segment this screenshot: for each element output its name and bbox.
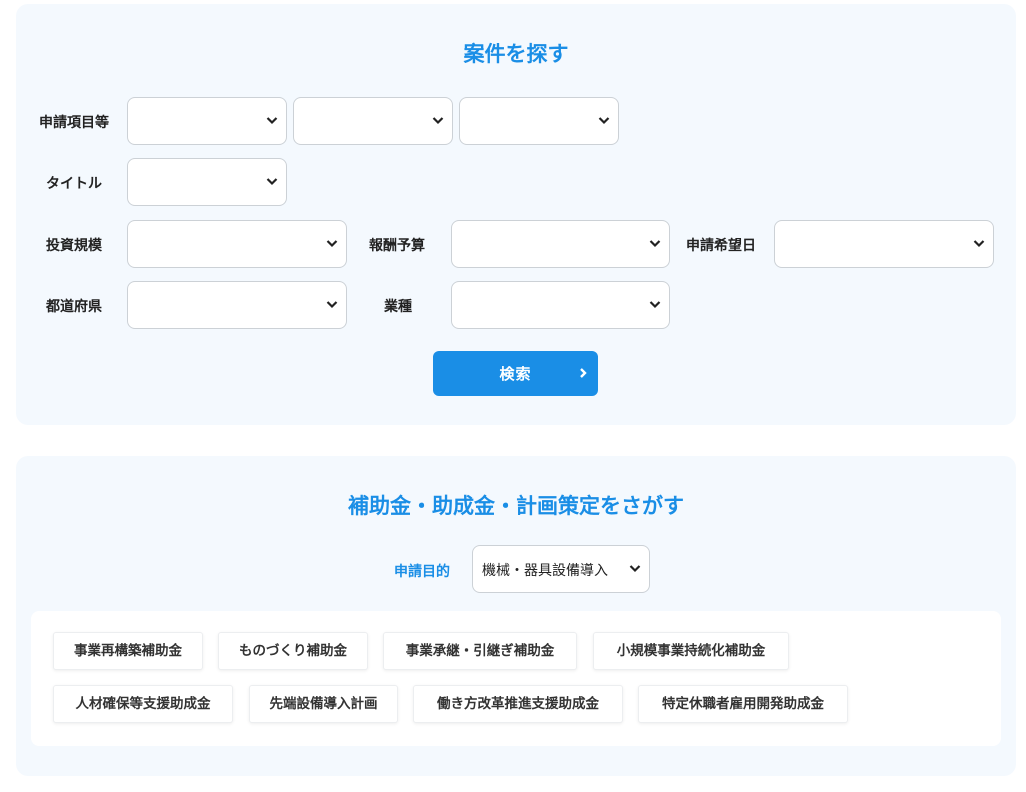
- chevron-down-icon: [649, 240, 661, 248]
- chevron-down-icon: [629, 565, 641, 573]
- search-panel-title: 案件を探す: [463, 42, 569, 66]
- chevron-down-icon: [326, 240, 338, 248]
- subsidy-tag[interactable]: 先端設備導入計画: [249, 685, 398, 723]
- subsidy-tag[interactable]: 働き方改革推進支援助成金: [413, 685, 623, 723]
- industry-label: 業種: [384, 299, 412, 315]
- application-items-label: 申請項目等: [39, 115, 109, 131]
- chevron-down-icon: [649, 301, 661, 309]
- purpose-label: 申請目的: [394, 564, 450, 580]
- title-label: タイトル: [46, 176, 102, 192]
- chevron-down-icon: [432, 117, 444, 125]
- purpose-select[interactable]: 機械・器具設備導入: [472, 545, 650, 593]
- search-panel: 案件を探す 申請項目等 タイトル 投資規模 報酬予算 申請希望日 都道府県 業種: [16, 4, 1016, 425]
- prefecture-select[interactable]: [127, 281, 347, 329]
- subsidy-tag[interactable]: 特定休職者雇用開発助成金: [638, 685, 848, 723]
- search-button[interactable]: 検索: [433, 351, 598, 396]
- investment-scale-select[interactable]: [127, 220, 347, 268]
- application-item-select-1[interactable]: [127, 97, 287, 145]
- purpose-select-value: 機械・器具設備導入: [482, 563, 608, 579]
- chevron-down-icon: [266, 178, 278, 186]
- subsidy-tag[interactable]: 事業承継・引継ぎ補助金: [383, 632, 577, 670]
- subsidy-tag[interactable]: 小規模事業持続化補助金: [593, 632, 789, 670]
- reward-budget-label: 報酬予算: [369, 238, 425, 254]
- chevron-right-icon: [580, 368, 587, 378]
- subsidy-panel-title: 補助金・助成金・計画策定をさがす: [348, 494, 684, 518]
- reward-budget-select[interactable]: [451, 220, 670, 268]
- desired-date-label: 申請希望日: [686, 238, 756, 254]
- subsidy-tag[interactable]: ものづくり補助金: [218, 632, 368, 670]
- search-button-label: 検索: [499, 365, 532, 383]
- prefecture-label: 都道府県: [46, 299, 102, 315]
- application-item-select-2[interactable]: [293, 97, 453, 145]
- chevron-down-icon: [973, 240, 985, 248]
- title-select[interactable]: [127, 158, 287, 206]
- desired-date-select[interactable]: [774, 220, 994, 268]
- investment-scale-label: 投資規模: [46, 238, 102, 254]
- industry-select[interactable]: [451, 281, 670, 329]
- chevron-down-icon: [266, 117, 278, 125]
- subsidy-panel: 補助金・助成金・計画策定をさがす 申請目的 機械・器具設備導入 事業再構築補助金…: [16, 456, 1016, 776]
- chevron-down-icon: [598, 117, 610, 125]
- application-item-select-3[interactable]: [459, 97, 619, 145]
- subsidy-tag-list: 事業再構築補助金 ものづくり補助金 事業承継・引継ぎ補助金 小規模事業持続化補助…: [31, 611, 1001, 746]
- chevron-down-icon: [326, 301, 338, 309]
- subsidy-tag[interactable]: 人材確保等支援助成金: [53, 685, 233, 723]
- subsidy-tag[interactable]: 事業再構築補助金: [53, 632, 203, 670]
